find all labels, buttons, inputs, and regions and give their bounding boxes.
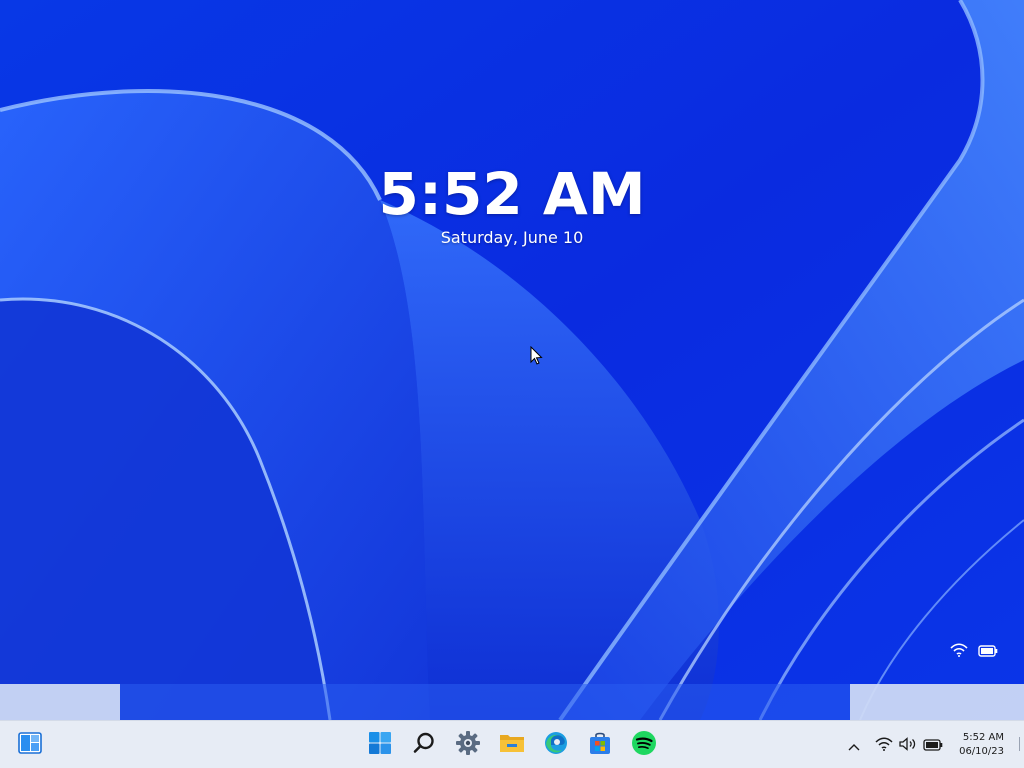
widgets-icon <box>18 732 42 758</box>
search-icon <box>412 731 436 759</box>
file-explorer-button[interactable] <box>494 727 530 763</box>
lockscreen-date: Saturday, June 10 <box>440 228 584 247</box>
battery-icon <box>923 736 943 755</box>
widgets-button[interactable] <box>12 727 48 763</box>
lockscreen-status-icons <box>950 642 998 661</box>
battery-button[interactable] <box>920 727 946 763</box>
chevron-up-icon <box>848 736 860 755</box>
spotify-button[interactable] <box>626 727 662 763</box>
taskbar-time: 5:52 AM <box>962 732 1004 743</box>
taskbar-date: 06/10/23 <box>959 746 1004 757</box>
taskbar-clock[interactable]: 5:52 AM 06/10/23 <box>944 731 1004 759</box>
lockscreen-time: 5:52 AM <box>378 160 646 228</box>
volume-button[interactable] <box>895 727 921 763</box>
edge-browser-button[interactable] <box>538 727 574 763</box>
show-desktop-button[interactable] <box>1019 737 1024 751</box>
wallpaper-bloom-art <box>0 0 1024 720</box>
windows-start-icon <box>368 731 392 759</box>
spotify-icon <box>631 730 657 760</box>
gear-icon <box>455 730 481 760</box>
volume-icon <box>899 736 917 755</box>
search-button[interactable] <box>406 727 442 763</box>
settings-button[interactable] <box>450 727 486 763</box>
wifi-icon <box>950 642 968 661</box>
show-hidden-icons-button[interactable] <box>842 727 866 763</box>
microsoft-store-button[interactable] <box>582 727 618 763</box>
store-icon <box>588 731 612 759</box>
desktop-wallpaper <box>0 0 1024 720</box>
wifi-icon <box>875 736 893 755</box>
battery-icon <box>978 642 998 661</box>
network-button[interactable] <box>870 727 898 763</box>
start-button[interactable] <box>362 727 398 763</box>
folder-icon <box>499 732 525 758</box>
mouse-cursor <box>530 345 544 370</box>
edge-icon <box>543 730 569 760</box>
taskbar: 5:52 AM 06/10/23 <box>0 720 1024 768</box>
